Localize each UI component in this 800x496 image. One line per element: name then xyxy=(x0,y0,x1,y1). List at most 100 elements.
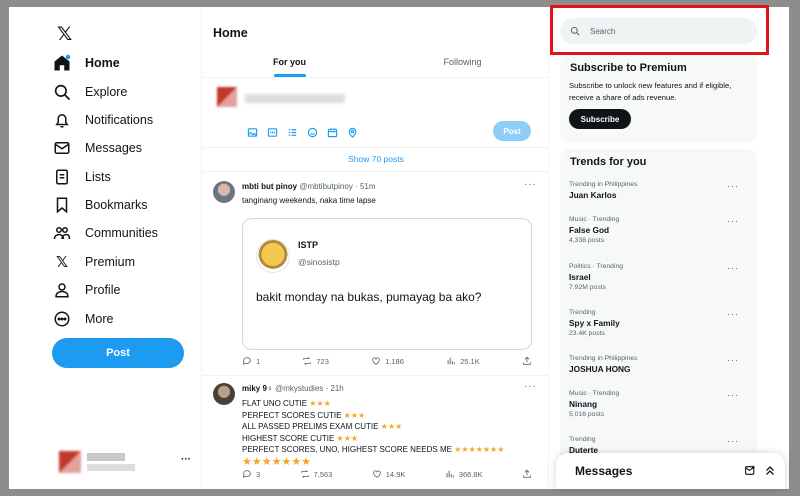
nav-profile[interactable]: Profile xyxy=(51,277,120,303)
author-handle[interactable]: @mbtibutpinoy xyxy=(299,182,352,191)
more-icon[interactable]: ··· xyxy=(524,179,537,190)
tweet-header: mbti but pinoy @mbtibutpinoy · 51m xyxy=(242,182,376,191)
trend-item[interactable]: Music · Trending Ninang 5,016 posts ··· xyxy=(569,390,749,418)
tweet-line: HIGHEST SCORE CUTIE ★★★ xyxy=(242,433,359,443)
reply-icon xyxy=(243,470,251,479)
more-icon[interactable]: ··· xyxy=(727,216,739,226)
nav-explore[interactable]: Explore xyxy=(51,79,127,105)
nav-home[interactable]: Home xyxy=(51,50,120,76)
nav-premium[interactable]: 𝕏 Premium xyxy=(51,249,135,275)
new-message-icon[interactable] xyxy=(744,464,757,482)
share-button[interactable] xyxy=(522,356,532,366)
tab-label: Following xyxy=(443,57,482,67)
search-icon xyxy=(51,81,73,103)
tab-following[interactable]: Following xyxy=(376,47,549,77)
avatar[interactable] xyxy=(256,239,290,273)
nav-notifications[interactable]: Notifications xyxy=(51,107,153,133)
avatar xyxy=(59,451,81,473)
share-button[interactable] xyxy=(522,469,532,479)
nav-label: Profile xyxy=(85,283,121,297)
trend-category: Trending in Philippines xyxy=(569,355,638,362)
repost-count: 7,563 xyxy=(313,469,333,479)
tweet-text: tanginang weekends, naka time lapse xyxy=(242,196,376,205)
author-name[interactable]: mbti but pinoy xyxy=(242,182,297,191)
trend-name: Israel xyxy=(569,272,591,282)
schedule-icon[interactable] xyxy=(325,125,339,139)
more-icon[interactable]: ··· xyxy=(727,355,739,365)
location-icon[interactable] xyxy=(345,125,359,139)
main-timeline: Home For you Following Post Show 70 post… xyxy=(203,7,549,489)
people-icon xyxy=(51,222,73,244)
author-handle[interactable]: @mkystudies xyxy=(275,384,323,393)
author-name-symbol: ♀ xyxy=(266,384,273,393)
quoted-tweet[interactable]: ISTP @sinosistp bakit monday na bukas, p… xyxy=(242,218,532,350)
views-count: 366.8K xyxy=(458,469,483,479)
more-icon[interactable]: ··· xyxy=(727,181,739,191)
nav-more[interactable]: More xyxy=(51,306,113,332)
trend-name: False God xyxy=(569,225,610,235)
nav-messages[interactable]: Messages xyxy=(51,135,142,161)
nav-bookmarks[interactable]: Bookmarks xyxy=(51,192,148,218)
like-count: 14.9K xyxy=(385,469,406,479)
reply-button[interactable]: 1 xyxy=(242,356,260,366)
nav-label: Communities xyxy=(85,226,158,240)
messages-drawer[interactable]: Messages xyxy=(556,453,785,489)
repost-icon xyxy=(300,469,309,479)
trend-item[interactable]: Trending in Philippines JOSHUA HONG ··· xyxy=(569,355,749,374)
tweet-time[interactable]: · 21h xyxy=(326,384,344,393)
account-switcher[interactable]: ··· xyxy=(59,451,199,475)
nav-label: Explore xyxy=(85,85,128,99)
avatar[interactable] xyxy=(213,181,235,203)
nav-label: Messages xyxy=(85,141,142,155)
reply-button[interactable]: 3 xyxy=(242,469,260,479)
more-icon[interactable]: ··· xyxy=(727,436,739,446)
more-icon[interactable]: ··· xyxy=(727,390,739,400)
trend-count: 4,338 posts xyxy=(569,237,605,244)
share-icon xyxy=(523,469,531,478)
quoted-author-name: ISTP xyxy=(298,240,319,250)
compose-input-redacted[interactable] xyxy=(245,94,345,103)
like-button[interactable]: 1,186 xyxy=(371,356,404,366)
views-button[interactable]: 366.8K xyxy=(445,469,483,479)
like-button[interactable]: 14.9K xyxy=(372,469,406,479)
views-button[interactable]: 25.1K xyxy=(446,356,480,366)
chart-icon xyxy=(446,470,454,478)
emoji-icon[interactable] xyxy=(305,125,319,139)
trend-item[interactable]: Politics · Trending Israel 7.92M posts ·… xyxy=(569,263,749,291)
trend-category: Music · Trending xyxy=(569,216,620,223)
avatar[interactable] xyxy=(213,383,235,405)
tab-for-you[interactable]: For you xyxy=(203,47,376,77)
post-button[interactable]: Post xyxy=(52,338,184,368)
trend-item[interactable]: Music · Trending False God 4,338 posts ·… xyxy=(569,216,749,244)
nav-lists[interactable]: Lists xyxy=(51,164,111,190)
show-new-posts[interactable]: Show 70 posts xyxy=(203,147,549,171)
repost-button[interactable]: 723 xyxy=(302,356,329,366)
author-name[interactable]: miky 9 xyxy=(242,384,267,393)
x-logo-icon[interactable]: 𝕏 xyxy=(57,23,72,45)
trend-item[interactable]: Trending Spy x Family 23.4K posts ··· xyxy=(569,309,749,337)
more-icon[interactable]: ··· xyxy=(727,263,739,273)
bell-icon xyxy=(51,109,73,131)
nav-communities[interactable]: Communities xyxy=(51,220,158,246)
subscribe-button[interactable]: Subscribe xyxy=(569,109,631,129)
chevron-up-icon[interactable] xyxy=(764,464,776,482)
compose-post-button[interactable]: Post xyxy=(493,121,531,141)
repost-button[interactable]: 7,563 xyxy=(300,469,333,479)
trend-name: Spy x Family xyxy=(569,318,620,328)
image-icon[interactable] xyxy=(245,125,259,139)
tab-label: For you xyxy=(273,57,306,67)
tweet-time[interactable]: · 51m xyxy=(355,182,375,191)
nav-label: Bookmarks xyxy=(85,198,148,212)
poll-icon[interactable] xyxy=(285,125,299,139)
more-icon[interactable]: ··· xyxy=(727,309,739,319)
more-icon[interactable]: ··· xyxy=(524,381,537,392)
x-logo-icon: 𝕏 xyxy=(55,253,69,271)
right-sidebar: Search Subscribe to Premium Subscribe to… xyxy=(550,7,789,489)
more-icon[interactable]: ··· xyxy=(181,454,191,465)
repost-icon xyxy=(303,356,312,366)
heart-icon xyxy=(372,357,380,365)
gif-icon[interactable] xyxy=(265,125,279,139)
heart-icon xyxy=(373,470,381,478)
trend-item[interactable]: Trending in Philippines Juan Karlos ··· xyxy=(569,181,749,200)
bookmark-icon xyxy=(51,194,73,216)
